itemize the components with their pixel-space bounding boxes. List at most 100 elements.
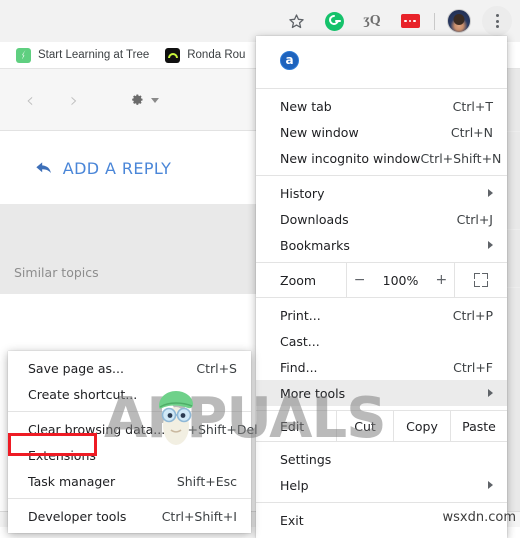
submenu-item-create-shortcut[interactable]: Create shortcut... bbox=[8, 381, 251, 407]
toolbar-divider bbox=[434, 12, 435, 30]
star-icon[interactable] bbox=[258, 5, 312, 42]
menu-separator bbox=[256, 502, 507, 503]
reply-arrow-icon bbox=[35, 160, 53, 176]
menu-accelerator: Ctrl+F bbox=[453, 359, 493, 375]
gear-icon bbox=[128, 92, 145, 109]
zoom-in-button[interactable]: + bbox=[434, 273, 448, 287]
submenu-item-clear-browsing-data[interactable]: Clear browsing data... Ctrl+Shift+Del bbox=[8, 416, 258, 442]
bookmark-item[interactable]: Ronda Rou bbox=[157, 44, 253, 66]
profile-avatar[interactable] bbox=[443, 5, 475, 37]
menu-accelerator: Ctrl+Shift+N bbox=[420, 150, 502, 166]
menu-label: New window bbox=[280, 124, 359, 140]
menu-label: Help bbox=[280, 477, 309, 493]
thread-navigation: ‹ › bbox=[0, 69, 260, 131]
zoom-label: Zoom bbox=[280, 272, 317, 288]
browser-window: ‹ › ADD A REPLY Similar topics ʒQ Start … bbox=[0, 0, 520, 538]
amazon-assistant-icon[interactable]: a bbox=[280, 50, 299, 70]
zoom-out-button[interactable]: − bbox=[353, 273, 367, 287]
chevron-right-icon bbox=[488, 241, 493, 249]
menu-label: More tools bbox=[280, 385, 346, 401]
menu-item-history[interactable]: History bbox=[256, 180, 507, 206]
treehouse-favicon bbox=[16, 47, 31, 63]
add-reply-label: ADD A REPLY bbox=[62, 158, 172, 178]
prev-page-icon[interactable]: ‹ bbox=[26, 90, 34, 110]
menu-zoom-row: Zoom − 100% + bbox=[256, 262, 507, 298]
submenu-item-developer-tools[interactable]: Developer tools Ctrl+Shift+I bbox=[8, 503, 251, 529]
chrome-main-menu: a New tab Ctrl+T New window Ctrl+N New i… bbox=[256, 36, 507, 538]
menu-label: Save page as... bbox=[28, 360, 124, 376]
chevron-right-icon bbox=[488, 389, 493, 397]
menu-label: Cast... bbox=[280, 333, 320, 349]
menu-item-find[interactable]: Find... Ctrl+F bbox=[256, 354, 507, 380]
page-lower-background bbox=[0, 204, 260, 294]
zoom-level-value: 100% bbox=[382, 272, 419, 288]
submenu-item-extensions[interactable]: Extensions bbox=[8, 442, 251, 468]
menu-label: Downloads bbox=[280, 211, 349, 227]
menu-label: Extensions bbox=[28, 447, 96, 463]
menu-item-help[interactable]: Help bbox=[256, 472, 507, 498]
menu-accelerator: Ctrl+N bbox=[450, 124, 493, 140]
menu-label: Developer tools bbox=[28, 508, 127, 524]
zoom-controls: − 100% + bbox=[346, 263, 455, 297]
more-tools-submenu: Save page as... Ctrl+S Create shortcut..… bbox=[8, 351, 258, 533]
menu-label: History bbox=[280, 185, 325, 201]
extension-red-icon[interactable] bbox=[394, 5, 426, 37]
menu-item-print[interactable]: Print... Ctrl+P bbox=[256, 302, 507, 328]
menu-accelerator: Ctrl+J bbox=[456, 211, 493, 227]
menu-item-downloads[interactable]: Downloads Ctrl+J bbox=[256, 206, 507, 232]
edit-label: Edit bbox=[280, 418, 305, 434]
bookmark-label: Ronda Rou bbox=[187, 49, 246, 61]
submenu-item-save-page-as[interactable]: Save page as... Ctrl+S bbox=[8, 355, 251, 381]
fullscreen-button[interactable] bbox=[455, 263, 507, 297]
extension-gray-icon[interactable]: ʒQ bbox=[356, 5, 388, 37]
menu-item-new-window[interactable]: New window Ctrl+N bbox=[256, 119, 507, 145]
menu-accelerator: Ctrl+Shift+Del bbox=[165, 421, 258, 437]
menu-edit-row: Edit Cut Copy Paste bbox=[256, 410, 507, 442]
menu-item-more-tools[interactable]: More tools bbox=[256, 380, 507, 406]
menu-extension-row[interactable]: a bbox=[256, 36, 507, 84]
menu-item-cast[interactable]: Cast... bbox=[256, 328, 507, 354]
menu-label: New incognito window bbox=[280, 150, 421, 166]
menu-label: New tab bbox=[280, 98, 332, 114]
menu-item-bookmarks[interactable]: Bookmarks bbox=[256, 232, 507, 258]
copy-button[interactable]: Copy bbox=[393, 411, 450, 441]
menu-accelerator: Ctrl+Shift+I bbox=[161, 508, 237, 524]
cut-button[interactable]: Cut bbox=[336, 411, 393, 441]
menu-separator bbox=[256, 175, 507, 176]
bookmark-label: Start Learning at Tree bbox=[38, 49, 150, 61]
chrome-menu-icon[interactable] bbox=[481, 5, 513, 37]
paste-button[interactable]: Paste bbox=[450, 411, 507, 441]
menu-accelerator: Ctrl+T bbox=[452, 98, 493, 114]
menu-accelerator: Shift+Esc bbox=[176, 473, 237, 489]
menu-label: Clear browsing data... bbox=[28, 421, 166, 437]
menu-separator bbox=[256, 88, 507, 89]
ronda-favicon bbox=[165, 47, 181, 63]
menu-label: Bookmarks bbox=[280, 237, 350, 253]
chevron-right-icon bbox=[488, 481, 493, 489]
menu-label: Print... bbox=[280, 307, 321, 323]
submenu-item-task-manager[interactable]: Task manager Shift+Esc bbox=[8, 468, 251, 494]
menu-separator bbox=[8, 411, 251, 412]
menu-item-exit[interactable]: Exit bbox=[256, 507, 507, 533]
fullscreen-icon bbox=[474, 273, 488, 287]
menu-separator bbox=[8, 498, 251, 499]
menu-accelerator: Ctrl+S bbox=[196, 360, 237, 376]
menu-item-new-incognito-window[interactable]: New incognito window Ctrl+Shift+N bbox=[256, 145, 507, 171]
menu-label: Task manager bbox=[28, 473, 116, 489]
menu-label: Create shortcut... bbox=[28, 386, 138, 402]
grammarly-icon[interactable] bbox=[318, 5, 350, 37]
bookmark-item[interactable]: Start Learning at Tree bbox=[8, 44, 157, 66]
menu-label: Exit bbox=[280, 512, 304, 528]
next-page-icon[interactable]: › bbox=[70, 90, 78, 110]
chevron-down-icon bbox=[151, 97, 159, 103]
menu-label: Settings bbox=[280, 451, 332, 467]
chevron-right-icon bbox=[488, 189, 493, 197]
add-reply-button[interactable]: ADD A REPLY bbox=[10, 132, 196, 204]
menu-label: Find... bbox=[280, 359, 318, 375]
menu-item-settings[interactable]: Settings bbox=[256, 446, 507, 472]
menu-accelerator: Ctrl+P bbox=[452, 307, 493, 323]
menu-item-new-tab[interactable]: New tab Ctrl+T bbox=[256, 93, 507, 119]
settings-menu-button[interactable] bbox=[128, 92, 159, 109]
menu-spacer bbox=[256, 533, 507, 538]
similar-topics-heading: Similar topics bbox=[14, 265, 99, 280]
